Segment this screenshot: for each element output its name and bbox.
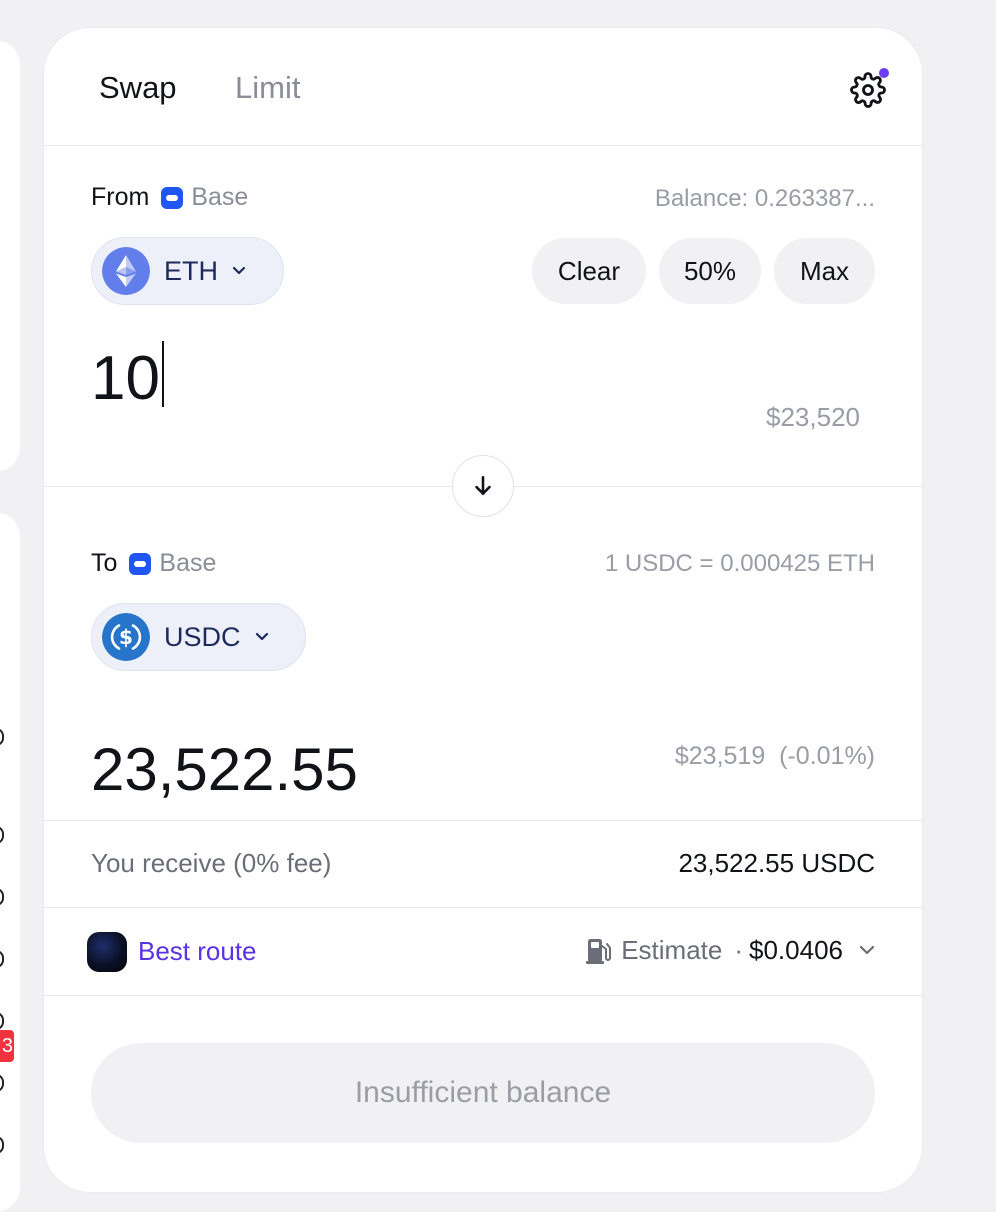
from-token-symbol: ETH — [164, 255, 218, 286]
from-amount-value: 10 — [91, 344, 160, 413]
swap-card: Swap Limit From Base Balance: 0.263387..… — [44, 28, 922, 1192]
chevron-down-icon — [232, 266, 246, 275]
tab-limit[interactable]: Limit — [235, 70, 300, 106]
to-section: To Base 1 USDC = 0.000425 ETH $ USDC 23,… — [44, 486, 922, 820]
exchange-rate: 1 USDC = 0.000425 ETH — [604, 550, 875, 577]
estimate-separator: · — [734, 935, 744, 965]
tab-swap[interactable]: Swap — [99, 70, 177, 106]
to-amount: 23,522.55 — [91, 736, 358, 803]
to-label-row: To Base — [91, 549, 216, 578]
switch-tokens-button[interactable] — [452, 455, 514, 517]
clear-button[interactable]: Clear — [532, 238, 646, 304]
to-label: To — [91, 549, 118, 577]
usdc-icon: $ — [102, 613, 150, 661]
from-label-row: From Base — [91, 183, 248, 212]
route-provider-icon — [87, 932, 127, 972]
notification-badge: 3 — [0, 1030, 14, 1062]
estimate-label: Estimate — [621, 935, 723, 965]
from-label: From — [91, 183, 150, 211]
route-row: Best route Estimate · $0.0406 — [44, 908, 922, 996]
base-chain-icon — [161, 186, 184, 209]
to-usd-value: $23,519 (-0.01%) — [674, 742, 875, 770]
from-usd-value: $23,520 — [766, 402, 860, 432]
chevron-down-icon — [859, 945, 875, 955]
base-chain-icon — [129, 552, 152, 575]
gas-pump-icon — [586, 938, 612, 964]
receive-label: You receive (0% fee) — [91, 848, 332, 878]
tab-bar: Swap Limit — [44, 28, 922, 146]
receive-value: 23,522.55 USDC — [678, 848, 875, 878]
settings-button[interactable] — [850, 68, 889, 108]
half-button[interactable]: 50% — [659, 238, 761, 304]
estimate-value: $0.0406 — [749, 935, 843, 965]
from-chain-name: Base — [191, 183, 249, 211]
balance-text: Balance: 0.263387... — [654, 185, 875, 212]
from-token-selector[interactable]: ETH — [91, 237, 284, 305]
chevron-down-icon — [255, 632, 268, 641]
receive-row: You receive (0% fee) 23,522.55 USDC — [44, 820, 922, 908]
text-caret — [161, 341, 164, 407]
arrow-down-icon — [475, 476, 491, 495]
left-panel-bottom — [0, 512, 20, 1212]
to-token-symbol: USDC — [164, 621, 241, 652]
to-token-selector[interactable]: $ USDC — [91, 603, 306, 671]
from-amount-input[interactable]: 10 — [91, 341, 164, 414]
from-section: From Base Balance: 0.263387... ETH Clear… — [44, 147, 922, 485]
notification-dot — [879, 68, 889, 78]
best-route-link[interactable]: Best route — [138, 936, 257, 967]
gear-icon — [850, 72, 886, 108]
svg-text:$: $ — [119, 625, 133, 649]
gas-estimate-toggle[interactable]: Estimate · $0.0406 — [585, 935, 875, 966]
ethereum-icon — [102, 247, 150, 295]
max-button[interactable]: Max — [774, 238, 875, 304]
to-chain-name: Base — [159, 549, 217, 577]
submit-button[interactable]: Insufficient balance — [91, 1043, 875, 1143]
left-panel-top — [0, 40, 20, 472]
